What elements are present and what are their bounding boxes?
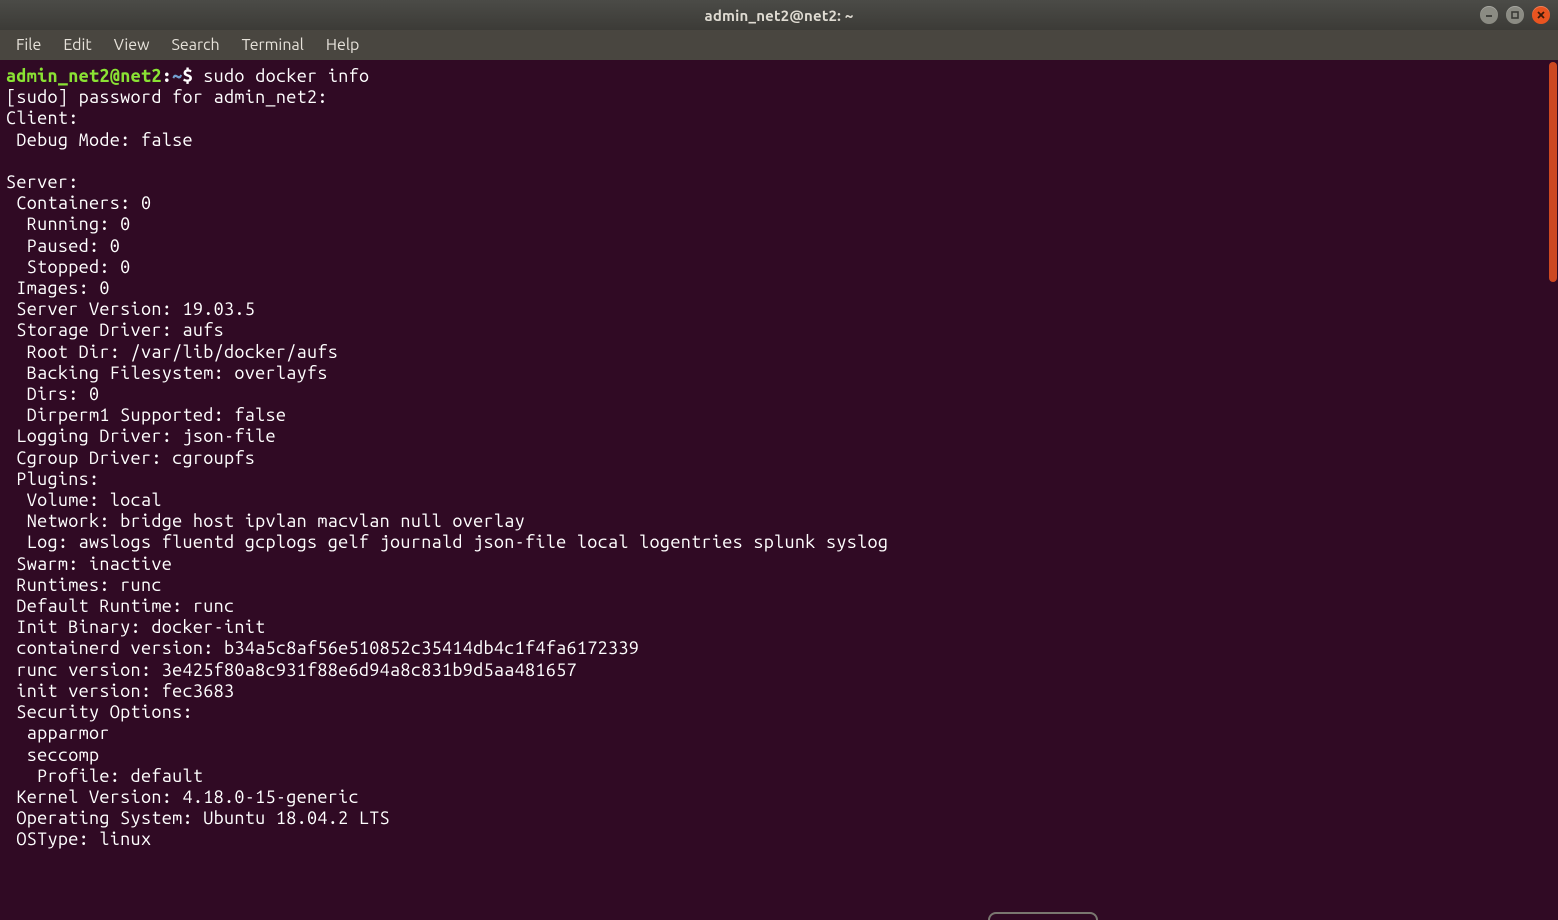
command-text: sudo docker info	[203, 66, 369, 86]
titlebar[interactable]: admin_net2@net2: ~	[0, 0, 1558, 30]
window-controls	[1480, 6, 1550, 24]
minimize-button[interactable]	[1480, 6, 1498, 24]
close-icon	[1536, 10, 1546, 20]
menu-help[interactable]: Help	[316, 32, 370, 58]
prompt-at: @	[110, 66, 120, 86]
prompt-path: ~	[172, 66, 182, 86]
close-button[interactable]	[1532, 6, 1550, 24]
maximize-icon	[1510, 10, 1520, 20]
menu-edit[interactable]: Edit	[53, 32, 101, 58]
menu-terminal[interactable]: Terminal	[232, 32, 314, 58]
menu-file[interactable]: File	[6, 32, 51, 58]
panel-stub	[988, 912, 1098, 920]
output-lines: [sudo] password for admin_net2: Client: …	[6, 87, 888, 849]
scrollbar-thumb[interactable]	[1549, 62, 1557, 282]
terminal-output[interactable]: admin_net2@net2:~$ sudo docker info [sud…	[0, 60, 1558, 920]
menubar: File Edit View Search Terminal Help	[0, 30, 1558, 60]
menu-search[interactable]: Search	[162, 32, 230, 58]
window-title: admin_net2@net2: ~	[705, 7, 854, 24]
scrollbar[interactable]	[1548, 60, 1558, 920]
prompt-colon: :	[162, 66, 172, 86]
prompt-user: admin_net2	[6, 66, 110, 86]
menu-view[interactable]: View	[104, 32, 160, 58]
prompt-dollar: $	[183, 66, 193, 86]
minimize-icon	[1484, 10, 1494, 20]
terminal-window: admin_net2@net2: ~ File Edit View Search…	[0, 0, 1558, 920]
maximize-button[interactable]	[1506, 6, 1524, 24]
prompt-host: net2	[120, 66, 162, 86]
